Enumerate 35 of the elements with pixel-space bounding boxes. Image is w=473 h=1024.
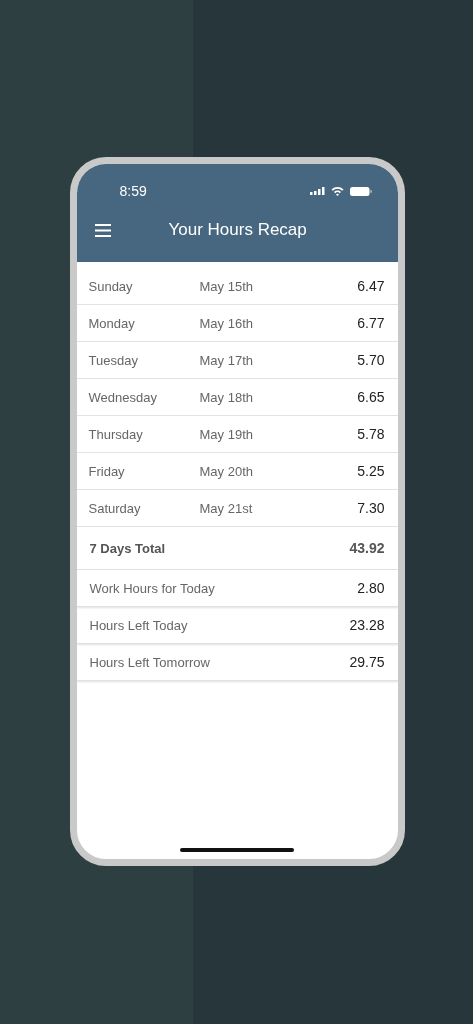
day-name: Saturday	[88, 500, 142, 516]
day-hours: 5.70	[357, 352, 385, 368]
status-time: 8:59	[119, 183, 147, 199]
day-name: Sunday	[88, 278, 134, 294]
day-name: Thursday	[88, 426, 144, 442]
day-name: Monday	[88, 315, 136, 331]
day-date: May 21st	[199, 500, 254, 516]
day-hours: 5.25	[357, 463, 385, 479]
day-date: May 20th	[199, 463, 254, 479]
day-hours: 6.65	[357, 389, 385, 405]
battery-icon	[349, 186, 372, 196]
menu-icon[interactable]	[94, 223, 111, 237]
header-title: Your Hours Recap	[168, 220, 307, 240]
day-date: May 15th	[199, 278, 254, 294]
summary-value: 29.75	[349, 654, 385, 670]
day-name: Wednesday	[88, 389, 158, 405]
day-hours: 6.77	[357, 315, 385, 331]
day-date: May 19th	[199, 426, 254, 442]
day-hours: 5.78	[357, 426, 385, 442]
summary-value: 2.80	[357, 580, 385, 596]
total-label: 7 Days Total	[88, 540, 167, 556]
signal-icon	[309, 187, 325, 195]
day-name: Friday	[88, 463, 126, 479]
total-value: 43.92	[349, 540, 385, 556]
wifi-icon	[330, 186, 344, 196]
day-date: May 17th	[199, 352, 254, 368]
day-date: May 16th	[199, 315, 254, 331]
summary-label: Hours Left Tomorrow	[88, 654, 211, 670]
summary-value: 23.28	[349, 617, 385, 633]
summary-label: Hours Left Today	[88, 617, 189, 633]
day-hours: 6.47	[357, 278, 385, 294]
day-name: Tuesday	[88, 352, 139, 368]
summary-label: Work Hours for Today	[88, 580, 216, 596]
day-hours: 7.30	[357, 500, 385, 516]
day-date: May 18th	[199, 389, 254, 405]
